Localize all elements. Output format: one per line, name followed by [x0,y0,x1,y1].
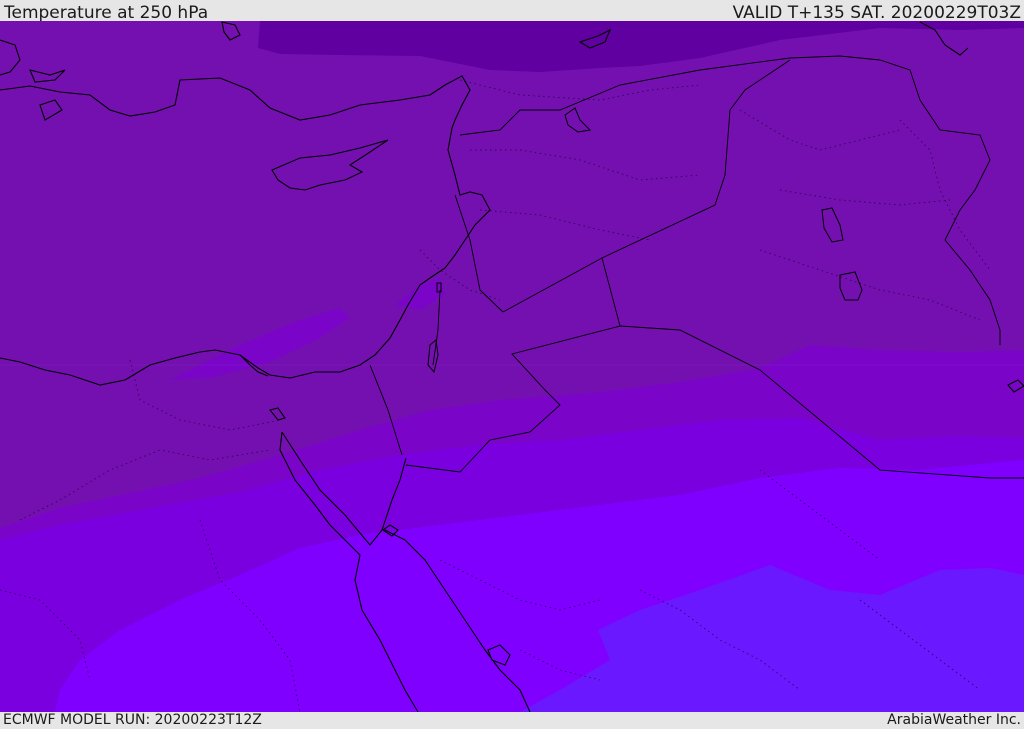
valid-time: VALID T+135 SAT. 20200229T03Z [732,3,1021,23]
weather-map [0,21,1024,712]
credit-label: ArabiaWeather Inc. [887,712,1021,728]
model-run-label: ECMWF MODEL RUN: 20200223T12Z [3,712,262,728]
map-title: Temperature at 250 hPa [4,3,209,23]
header-bar: Temperature at 250 hPa VALID T+135 SAT. … [0,0,1024,23]
footer-bar: ECMWF MODEL RUN: 20200223T12Z ArabiaWeat… [0,712,1024,729]
